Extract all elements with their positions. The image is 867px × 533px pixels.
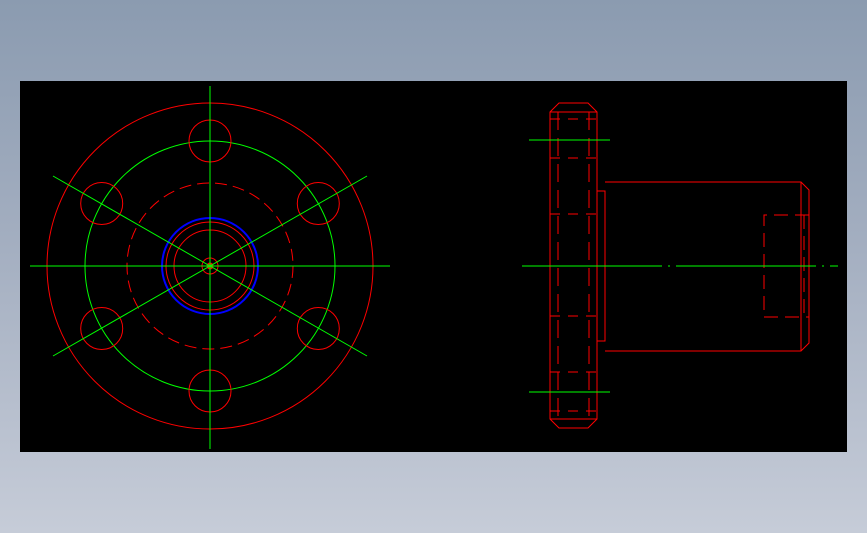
flange-nut-drawing xyxy=(30,86,838,449)
side-view xyxy=(522,102,838,429)
front-view xyxy=(30,86,390,449)
cad-drawing-canvas[interactable] xyxy=(20,81,847,452)
